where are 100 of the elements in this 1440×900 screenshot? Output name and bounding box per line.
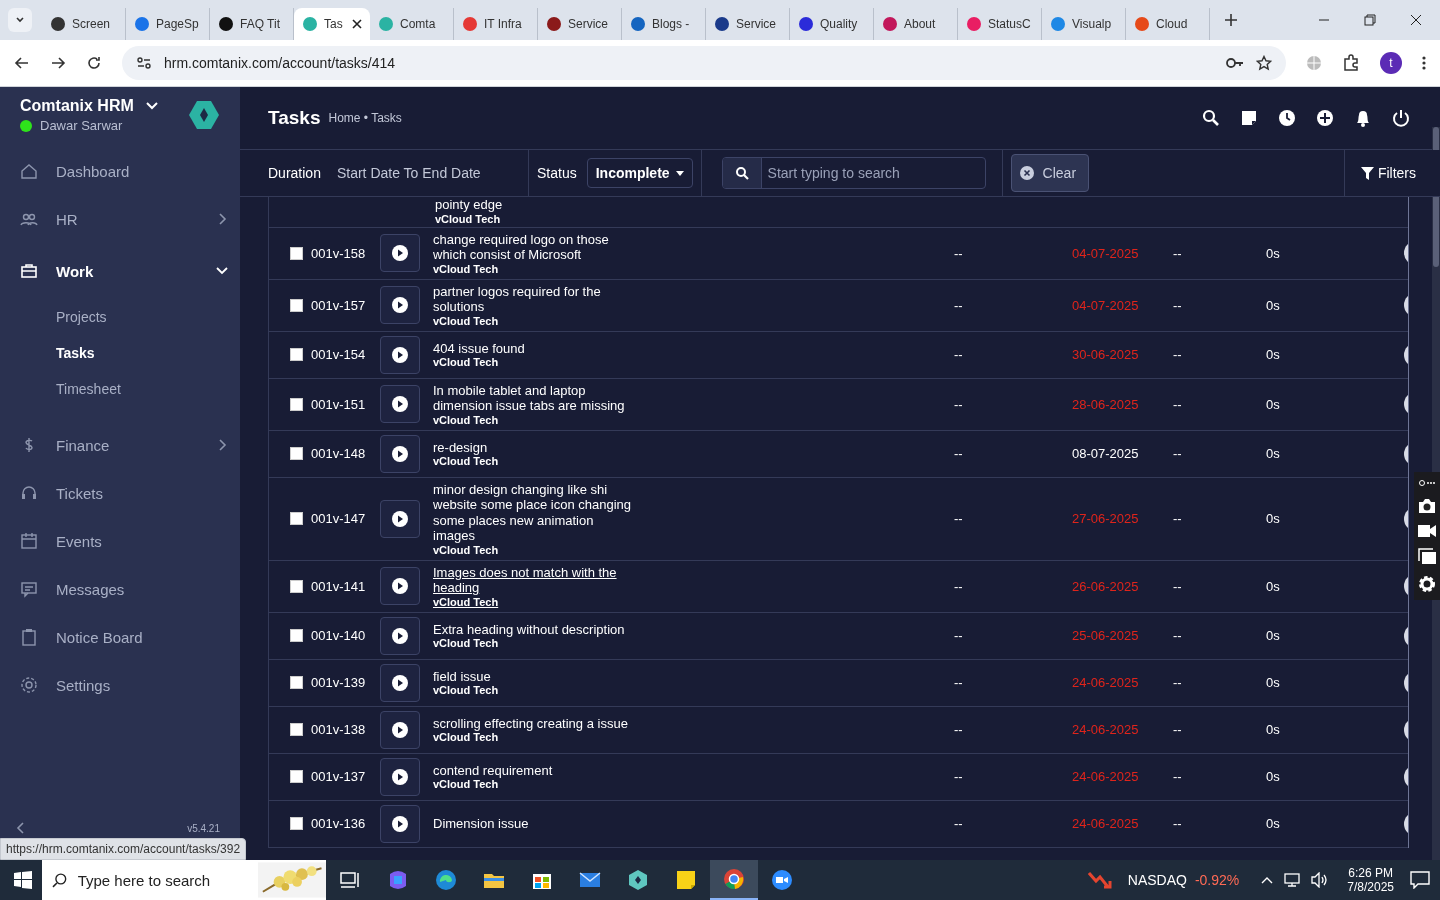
note-icon[interactable] <box>1240 109 1258 127</box>
task-title[interactable]: Dimension issue <box>433 815 638 832</box>
row-checkbox[interactable] <box>290 512 303 525</box>
close-icon[interactable] <box>352 19 362 29</box>
address-field[interactable]: hrm.comtanix.com/account/tasks/414 <box>122 46 1286 80</box>
site-settings-icon[interactable] <box>136 55 152 71</box>
key-icon[interactable] <box>1226 56 1244 70</box>
start-timer-button[interactable] <box>380 567 420 605</box>
row-checkbox[interactable] <box>290 246 303 260</box>
start-timer-button[interactable] <box>380 804 420 843</box>
add-icon[interactable] <box>1316 109 1334 127</box>
start-timer-button[interactable] <box>380 335 420 374</box>
start-timer-button[interactable] <box>380 234 420 272</box>
reload-icon[interactable] <box>86 55 102 71</box>
nav-item[interactable]: Events <box>0 517 240 565</box>
search-field[interactable]: Start typing to search <box>721 157 986 189</box>
windows-icon[interactable] <box>1418 548 1436 565</box>
search-input[interactable]: Start typing to search <box>761 158 985 188</box>
row-checkbox[interactable] <box>290 579 303 593</box>
row-checkbox[interactable] <box>290 723 303 736</box>
start-timer-button[interactable] <box>380 616 420 655</box>
task-title[interactable]: partner logos required for the solutions <box>433 283 638 315</box>
row-checkbox[interactable] <box>290 629 303 642</box>
start-timer-button[interactable] <box>380 710 420 749</box>
start-timer-button[interactable] <box>380 286 420 324</box>
task-title[interactable]: contend requirement <box>433 762 638 779</box>
start-timer-button[interactable] <box>380 385 420 423</box>
more-icon[interactable] <box>1419 479 1435 488</box>
profile-avatar[interactable]: t <box>1380 52 1402 74</box>
brand-name[interactable]: Comtanix HRM <box>20 97 134 115</box>
camera-icon[interactable] <box>1418 497 1436 514</box>
stock-ticker[interactable]: NASDAQ <box>1127 872 1187 888</box>
nav-item[interactable]: Work <box>0 243 240 299</box>
nav-item[interactable]: HR <box>0 195 240 243</box>
nav-item[interactable]: Dashboard <box>0 147 240 195</box>
power-icon[interactable] <box>1392 109 1410 127</box>
task-title[interactable]: Images does not match with the heading <box>433 564 638 596</box>
gear-icon[interactable] <box>1418 574 1436 593</box>
nav-subitem[interactable]: Projects <box>0 299 240 335</box>
task-title[interactable]: minor design changing like shi website some place icon changing some places new animation images <box>433 481 638 544</box>
row-checkbox[interactable] <box>290 397 303 411</box>
video-camera-icon[interactable] <box>1418 523 1436 538</box>
nav-subitem[interactable]: Tasks <box>0 335 240 371</box>
network-icon[interactable] <box>1283 872 1302 888</box>
browser-icon[interactable] <box>710 860 758 900</box>
task-title[interactable]: pointy edge <box>435 197 640 213</box>
nav-item[interactable]: Finance <box>0 421 240 469</box>
nav-item[interactable]: Notice Board <box>0 613 240 661</box>
new-tab-icon[interactable] <box>1224 13 1238 27</box>
start-icon[interactable] <box>14 871 32 889</box>
bell-icon[interactable] <box>1354 109 1372 127</box>
puzzle-icon[interactable] <box>1342 54 1360 72</box>
collapse-icon[interactable] <box>16 822 24 834</box>
task-title[interactable]: scrolling effecting creating a issue <box>433 715 638 732</box>
star-icon[interactable] <box>1256 55 1272 71</box>
filters-button[interactable]: Filters <box>1354 164 1422 182</box>
row-checkbox[interactable] <box>290 817 303 830</box>
table-cell-text: -- <box>954 628 964 643</box>
task-title[interactable]: re-design <box>433 439 638 456</box>
menu-icon[interactable] <box>1422 55 1426 71</box>
back-icon[interactable] <box>14 55 30 71</box>
date-range-field[interactable]: Start Date To End Date <box>336 165 481 181</box>
row-checkbox[interactable] <box>290 447 303 460</box>
chevron-up-icon[interactable] <box>1261 876 1274 884</box>
nav-item[interactable]: Tickets <box>0 469 240 517</box>
browser-tab[interactable]: Tas <box>294 8 370 40</box>
clear-button[interactable]: Clear <box>1010 154 1090 192</box>
start-timer-button[interactable] <box>380 757 420 796</box>
row-checkbox[interactable] <box>290 298 303 312</box>
table-cell-text: -- <box>954 511 964 526</box>
task-title[interactable]: 404 issue found <box>433 340 638 357</box>
close-icon[interactable] <box>1410 14 1422 26</box>
nav-item[interactable]: Settings <box>0 661 240 709</box>
restore-icon[interactable] <box>1364 14 1376 26</box>
notification-icon[interactable] <box>1410 871 1430 889</box>
project-name: vCloud Tech <box>433 262 499 275</box>
start-timer-button[interactable] <box>380 663 420 702</box>
start-timer-button[interactable] <box>380 499 420 538</box>
table-cell-text: -- <box>954 578 964 594</box>
row-checkbox[interactable] <box>290 770 303 783</box>
nav-subitem[interactable]: Timesheet <box>0 371 240 407</box>
nav-item[interactable]: Messages <box>0 565 240 613</box>
start-timer-button[interactable] <box>380 434 420 473</box>
forward-icon[interactable] <box>50 55 66 71</box>
task-title[interactable]: change required logo on those which consist of Microsoft <box>433 231 638 263</box>
task-title[interactable]: In mobile tablet and laptop dimension issue tabs are missing <box>433 382 638 414</box>
row-checkbox[interactable] <box>290 676 303 689</box>
taskbar-search-bar[interactable]: Type here to search <box>42 860 326 900</box>
clock-time[interactable]: 6:26 PM <box>1348 866 1393 880</box>
volume-icon[interactable] <box>1311 872 1330 888</box>
task-title[interactable]: field issue <box>433 668 638 685</box>
row-checkbox[interactable] <box>290 348 303 361</box>
tab-list-button[interactable] <box>8 8 32 32</box>
chevron-down-icon[interactable] <box>145 102 158 110</box>
status-dropdown[interactable]: Incomplete <box>586 158 693 188</box>
task-title[interactable]: Extra heading without description <box>433 621 638 638</box>
project-name: vCloud Tech <box>433 684 499 697</box>
search-icon[interactable] <box>1202 109 1220 127</box>
clock-date[interactable]: 7/8/2025 <box>1347 880 1394 894</box>
clock-icon[interactable] <box>1278 109 1296 127</box>
